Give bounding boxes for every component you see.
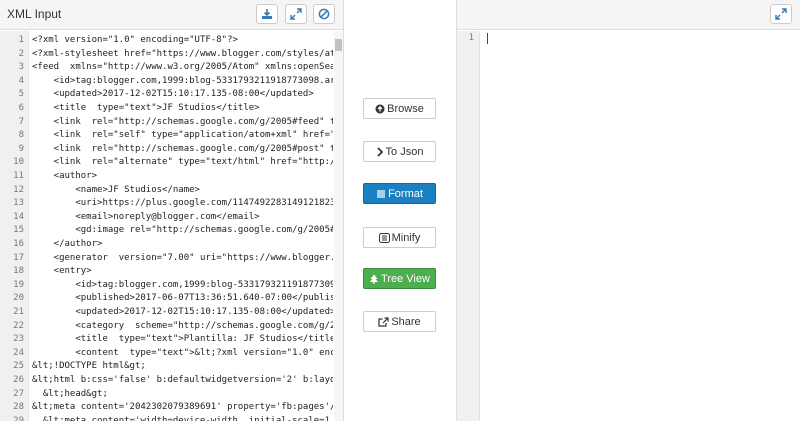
- line-number: 25: [13, 361, 24, 372]
- sample-button[interactable]: [256, 4, 278, 24]
- code-area[interactable]: <?xml version="1.0" encoding="UTF-8"?> <?…: [32, 31, 333, 421]
- chevron-right-icon: [376, 146, 384, 157]
- code-line: <content type="text">&lt;?xml version="1…: [32, 347, 333, 358]
- code-line: <id>tag:blogger.com,1999:blog-5331793211…: [32, 75, 333, 86]
- code-line: &lt;html b:css='false' b:defaultwidgetve…: [32, 375, 333, 385]
- xml-editor[interactable]: 1 2 3 4 5 6 7 8 9 10 11 12 13 14 15 16 17 18 19 20 21 22 23 24 2…: [0, 31, 343, 421]
- code-line: <email>noreply@blogger.com</email>: [32, 211, 260, 222]
- vertical-scrollbar[interactable]: [334, 31, 343, 421]
- code-line: <link rel="alternate" type="text/html" h…: [32, 157, 333, 168]
- upload-icon: [375, 104, 385, 114]
- output-line-number: 1: [468, 33, 474, 43]
- line-number: 4: [18, 75, 24, 86]
- line-number: 23: [13, 334, 24, 345]
- line-number: 27: [13, 388, 24, 399]
- code-line: <name>JF Studios</name>: [32, 184, 200, 195]
- line-number: 5: [18, 89, 24, 100]
- line-number: 20: [13, 293, 24, 304]
- code-line: <uri>https://plus.google.com/11474922831…: [32, 198, 333, 209]
- expand-icon: [290, 8, 302, 20]
- format-label: Format: [388, 187, 423, 200]
- output-header: [457, 0, 800, 30]
- xml-input-panel: XML Input 1 2 3 4 5 6 7 8 9 10 11 12 13 14 15 16 17 18 19 2…: [0, 0, 344, 421]
- line-number: 16: [13, 239, 24, 249]
- line-number: 11: [13, 171, 24, 181]
- line-number: 19: [13, 279, 24, 290]
- code-line: <link rel="http://schemas.google.com/g/2…: [32, 143, 333, 154]
- line-number: 10: [13, 157, 24, 168]
- code-line: <title type="text">Plantilla: JF Studios…: [32, 334, 333, 345]
- code-line: <entry>: [32, 266, 92, 277]
- line-number: 13: [13, 198, 24, 209]
- code-line: &lt;meta content='2042302079389691' prop…: [32, 402, 333, 413]
- align-justify-icon: [376, 189, 386, 199]
- line-number: 1: [18, 35, 24, 45]
- minify-button[interactable]: Minify: [363, 227, 436, 248]
- line-number: 6: [18, 103, 24, 113]
- code-line: <?xml-stylesheet href="https://www.blogg…: [32, 48, 333, 59]
- fullscreen-button[interactable]: [285, 4, 307, 24]
- share-icon: [378, 316, 389, 327]
- output-editor[interactable]: 1: [457, 31, 800, 421]
- line-number: 24: [13, 347, 24, 358]
- format-button[interactable]: Format: [363, 183, 436, 204]
- line-number: 3: [18, 62, 24, 73]
- line-number: 2: [18, 48, 24, 59]
- share-label: Share: [391, 315, 421, 328]
- code-line: <feed xmlns="http://www.w3.org/2005/Atom…: [32, 62, 333, 73]
- line-number: 18: [13, 266, 24, 277]
- ban-icon: [318, 8, 330, 20]
- share-button[interactable]: Share: [363, 311, 436, 332]
- code-line: <?xml version="1.0" encoding="UTF-8"?>: [32, 35, 238, 45]
- line-number: 12: [13, 184, 24, 195]
- scrollbar-thumb[interactable]: [335, 39, 342, 51]
- line-number: 22: [13, 320, 24, 331]
- output-line-number-gutter: 1: [457, 31, 480, 421]
- compress-icon: [378, 232, 390, 243]
- browse-label: Browse: [387, 102, 424, 115]
- code-line: &lt;!DOCTYPE html&gt;: [32, 361, 146, 372]
- text-cursor: [487, 33, 488, 44]
- code-line: &lt;head&gt;: [32, 388, 108, 399]
- code-line: <published>2017-06-07T13:36:51.640-07:00…: [32, 293, 333, 304]
- code-line: <updated>2017-12-02T15:10:17.135-08:00</…: [32, 307, 333, 317]
- code-line: &lt;meta content='width=device-width, in…: [32, 415, 331, 421]
- code-line: <category scheme="http://schemas.google.…: [32, 320, 333, 331]
- line-number: 15: [13, 225, 24, 236]
- code-line: <updated>2017-12-02T15:10:17.135-08:00</…: [32, 89, 314, 100]
- tree-view-button[interactable]: Tree View: [363, 268, 436, 289]
- load-sample-icon: [261, 8, 273, 20]
- expand-icon: [775, 8, 787, 20]
- code-line: <author>: [32, 171, 98, 181]
- code-line: <id>tag:blogger.com,1999:blog-5331793211…: [32, 279, 333, 290]
- tree-view-label: Tree View: [381, 272, 430, 285]
- code-line: <link rel="http://schemas.google.com/g/2…: [32, 116, 333, 127]
- to-json-label: To Json: [385, 145, 424, 158]
- line-number: 8: [18, 130, 24, 141]
- xml-input-title: XML Input: [7, 7, 62, 21]
- code-line: <gd:image rel="http://schemas.google.com…: [32, 225, 333, 236]
- line-number: 7: [18, 116, 24, 127]
- output-fullscreen-button[interactable]: [770, 4, 792, 24]
- line-number: 29: [13, 415, 24, 421]
- code-line: <link rel="self" type="application/atom+…: [32, 130, 333, 141]
- code-line: </author>: [32, 239, 103, 249]
- line-number: 9: [18, 143, 24, 154]
- line-number: 28: [13, 402, 24, 413]
- line-number-gutter: 1 2 3 4 5 6 7 8 9 10 11 12 13 14 15 16 17 18 19 20 21 22 23 24 2…: [0, 31, 29, 421]
- code-line: <generator version="7.00" uri="https://w…: [32, 252, 333, 263]
- browse-button[interactable]: Browse: [363, 98, 436, 119]
- xml-input-header: XML Input: [0, 0, 343, 30]
- line-number: 21: [13, 307, 24, 317]
- clear-button[interactable]: [313, 4, 335, 24]
- line-number: 17: [13, 252, 24, 263]
- line-number: 14: [13, 211, 24, 222]
- output-panel: 1: [456, 0, 800, 421]
- code-line: <title type="text">JF Studios</title>: [32, 103, 260, 113]
- tree-icon: [369, 274, 379, 284]
- minify-label: Minify: [391, 231, 421, 244]
- line-number: 26: [13, 375, 24, 385]
- to-json-button[interactable]: To Json: [363, 141, 436, 162]
